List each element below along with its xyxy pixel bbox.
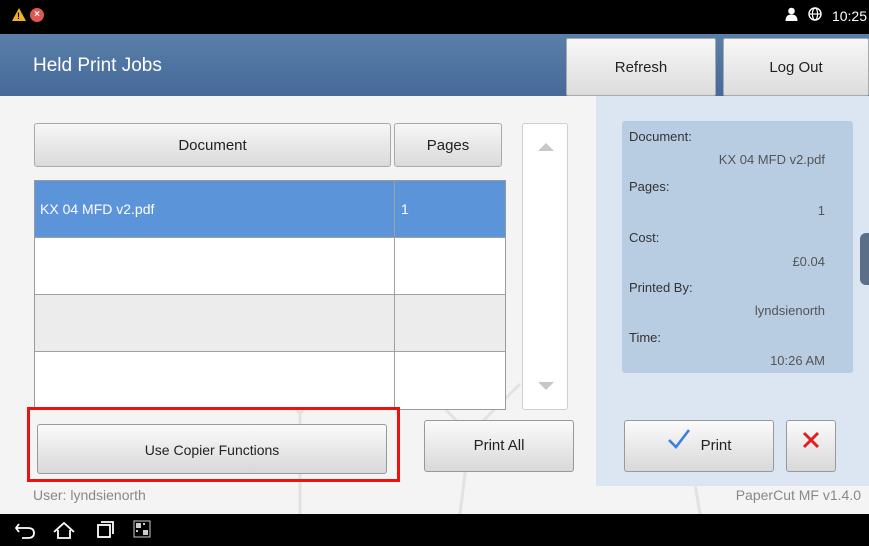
details-pages-label: Pages: bbox=[629, 179, 670, 194]
footer-user: User: lyndsienorth bbox=[33, 487, 146, 503]
cell-document bbox=[35, 295, 395, 351]
job-details-panel: Document: KX 04 MFD v2.pdf Pages: 1 Cost… bbox=[622, 121, 853, 373]
cell-pages bbox=[395, 352, 505, 409]
table-row[interactable] bbox=[35, 352, 505, 409]
details-cost-value: £0.04 bbox=[792, 254, 825, 269]
cancel-button[interactable] bbox=[786, 420, 836, 472]
home-icon[interactable] bbox=[52, 520, 76, 545]
screenshot-icon[interactable] bbox=[133, 520, 151, 543]
side-panel-handle[interactable] bbox=[860, 233, 869, 285]
details-printed-by-value: lyndsienorth bbox=[754, 303, 825, 318]
details-time-label: Time: bbox=[629, 330, 662, 345]
details-time-value: 10:26 AM bbox=[770, 353, 825, 368]
cell-document: KX 04 MFD v2.pdf bbox=[35, 181, 395, 237]
table-row[interactable]: KX 04 MFD v2.pdf 1 bbox=[35, 181, 505, 238]
job-table: KX 04 MFD v2.pdf 1 bbox=[34, 180, 506, 410]
footer-version: PaperCut MF v1.4.0 bbox=[735, 487, 861, 503]
column-header-document[interactable]: Document bbox=[34, 123, 391, 167]
column-header-pages[interactable]: Pages bbox=[394, 123, 502, 167]
system-nav-bar bbox=[0, 514, 869, 546]
globe-icon bbox=[808, 7, 826, 24]
print-all-button[interactable]: Print All bbox=[424, 420, 574, 472]
details-printed-by-label: Printed By: bbox=[629, 280, 693, 295]
scroll-up-icon[interactable] bbox=[538, 143, 554, 151]
details-cost-label: Cost: bbox=[629, 230, 660, 245]
details-pages-value: 1 bbox=[817, 203, 825, 218]
cell-pages bbox=[395, 238, 505, 294]
cell-document bbox=[35, 352, 395, 409]
clock-time: 10:25 bbox=[831, 8, 867, 24]
page-title: Held Print Jobs bbox=[33, 55, 162, 76]
checkmark-icon bbox=[667, 421, 691, 471]
error-icon: × bbox=[30, 8, 44, 22]
cell-pages: 1 bbox=[401, 201, 409, 217]
print-label: Print bbox=[700, 437, 732, 455]
table-row[interactable] bbox=[35, 295, 505, 352]
scroll-down-icon[interactable] bbox=[538, 382, 554, 390]
back-icon[interactable] bbox=[14, 520, 36, 545]
cancel-x-icon bbox=[801, 421, 821, 471]
person-icon bbox=[785, 7, 802, 24]
refresh-button[interactable]: Refresh bbox=[566, 38, 716, 96]
app-window: Held Print Jobs Refresh Log Out Document… bbox=[0, 34, 869, 514]
recent-apps-icon[interactable] bbox=[95, 520, 115, 545]
status-bar: ! × 10:25 bbox=[0, 0, 869, 34]
scrollbar[interactable] bbox=[522, 123, 568, 410]
details-document-label: Document: bbox=[629, 129, 692, 144]
cell-pages bbox=[395, 295, 505, 351]
highlight-box bbox=[27, 407, 400, 482]
table-row[interactable] bbox=[35, 238, 505, 295]
print-button[interactable]: Print bbox=[624, 420, 774, 472]
logout-button[interactable]: Log Out bbox=[723, 38, 869, 96]
cell-document bbox=[35, 238, 395, 294]
details-document-value: KX 04 MFD v2.pdf bbox=[718, 152, 825, 167]
